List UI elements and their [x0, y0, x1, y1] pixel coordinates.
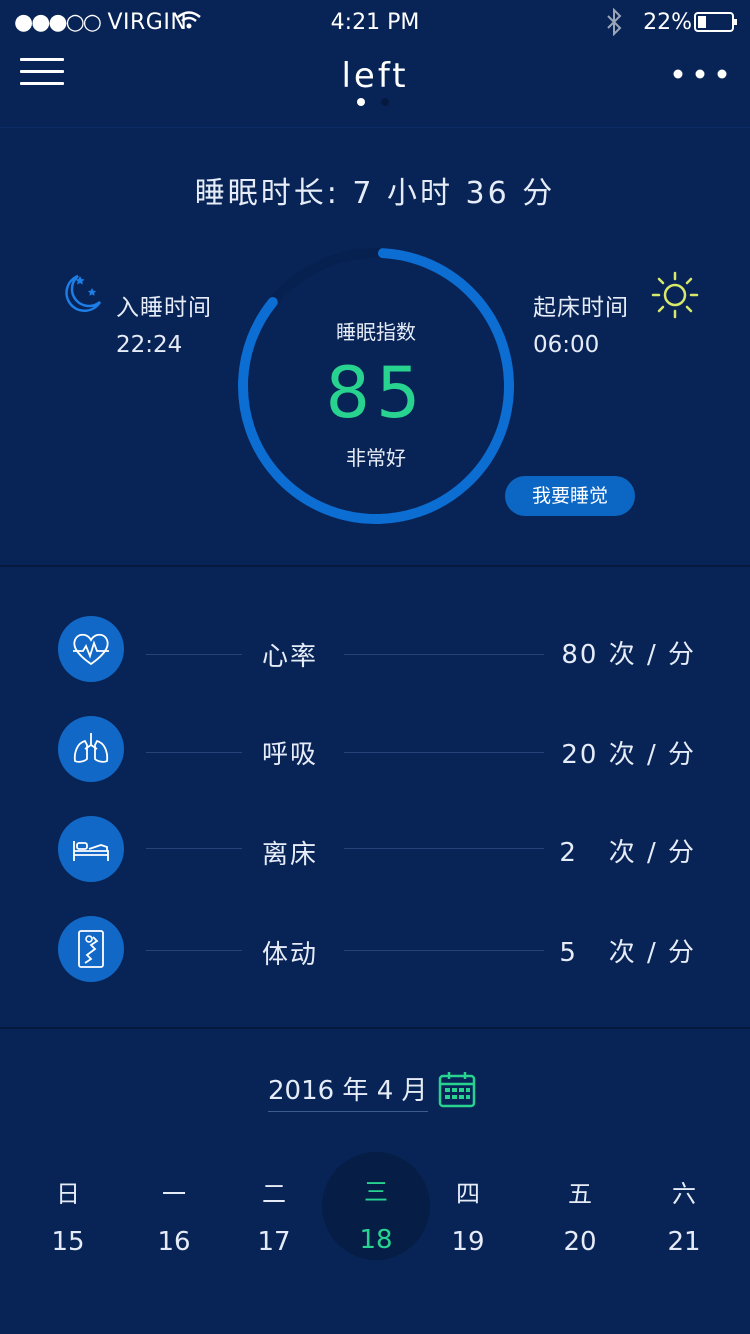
calendar-day[interactable]: 二 17 [244, 1174, 304, 1257]
moon-icon [65, 274, 102, 312]
metric-label: 离床 [262, 840, 319, 870]
more-dots-icon[interactable] [672, 66, 732, 82]
heart-rate-icon [58, 616, 124, 682]
bed-icon [58, 816, 124, 882]
section-divider [0, 1027, 750, 1029]
score-rating: 非常好 [346, 446, 406, 470]
weekday-label: 三 [364, 1178, 388, 1206]
date-number: 20 [563, 1227, 597, 1257]
sun-icon [651, 271, 699, 319]
calendar-day[interactable]: 五 20 [550, 1174, 610, 1257]
wake-label: 起床时间 [533, 295, 629, 321]
metric-value: 5 次 / 分 [559, 938, 696, 968]
lungs-icon [58, 716, 124, 782]
date-number: 18 [359, 1225, 393, 1255]
metric-row-body-movement[interactable]: 体动 5 次 / 分 [0, 916, 750, 986]
metric-value: 80 次 / 分 [561, 640, 696, 670]
calendar-day-selected[interactable]: 三 18 [346, 1172, 406, 1255]
calendar-day[interactable]: 四 19 [438, 1174, 498, 1257]
battery-icon [694, 12, 737, 32]
bluetooth-icon [607, 8, 622, 36]
date-number: 15 [51, 1227, 85, 1257]
weekday-label: 六 [672, 1180, 696, 1208]
metric-label: 体动 [262, 940, 319, 970]
metric-value: 2 次 / 分 [559, 838, 696, 868]
metric-value: 20 次 / 分 [561, 740, 696, 770]
score-title: 睡眠指数 [336, 320, 416, 344]
calendar-day[interactable]: 日 15 [38, 1174, 98, 1257]
calendar-day[interactable]: 一 16 [144, 1174, 204, 1257]
calendar-icon[interactable] [438, 1070, 476, 1108]
status-time: 4:21 PM [330, 10, 420, 35]
bedtime-value: 22:24 [116, 332, 183, 358]
calendar-day[interactable]: 六 21 [654, 1174, 714, 1257]
section-divider [0, 565, 750, 567]
weekday-label: 二 [262, 1180, 286, 1208]
date-number: 16 [157, 1227, 191, 1257]
sleep-duration: 睡眠时长: 7 小时 36 分 [194, 176, 556, 211]
wake-value: 06:00 [533, 332, 600, 358]
metric-row-out-of-bed[interactable]: 离床 2 次 / 分 [0, 816, 750, 886]
metric-row-breathing[interactable]: 呼吸 20 次 / 分 [0, 716, 750, 786]
bedtime-label: 入睡时间 [116, 295, 212, 321]
date-number: 19 [451, 1227, 485, 1257]
weekday-label: 一 [162, 1180, 186, 1208]
date-number: 21 [667, 1227, 701, 1257]
status-bar: ●●●○○ VIRGIN 4:21 PM 22% [0, 0, 750, 46]
weekday-label: 五 [568, 1180, 592, 1208]
battery-percent: 22% [643, 10, 692, 35]
month-selector[interactable]: 2016 年 4 月 [268, 1070, 428, 1112]
page-indicator[interactable] [355, 96, 395, 108]
page-title: left [341, 56, 409, 96]
weekday-label: 四 [456, 1180, 480, 1208]
metric-row-heart-rate[interactable]: 心率 80 次 / 分 [0, 616, 750, 686]
movement-icon [58, 916, 124, 982]
weekday-label: 日 [56, 1180, 80, 1208]
sleep-now-button[interactable]: 我要睡觉 [505, 476, 635, 516]
header-divider [0, 127, 750, 128]
date-number: 17 [257, 1227, 291, 1257]
sleep-score: 85 [325, 352, 427, 434]
metric-label: 呼吸 [262, 740, 319, 770]
metric-label: 心率 [262, 642, 319, 672]
